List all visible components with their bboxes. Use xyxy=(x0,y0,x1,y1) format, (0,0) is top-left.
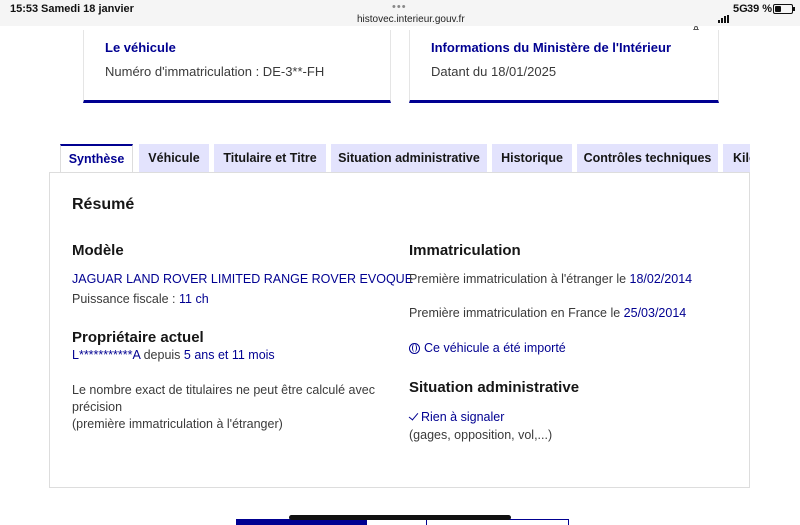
tab-titulaire-titre[interactable]: Titulaire et Titre xyxy=(214,144,326,173)
tab-situation-administrative[interactable]: Situation administrative xyxy=(331,144,487,173)
owner-heading: Propriétaire actuel xyxy=(72,329,204,346)
admin-status-label: Rien à signaler xyxy=(421,410,505,424)
fiscal-power-value: 11 ch xyxy=(179,292,209,306)
registration-heading: Immatriculation xyxy=(409,242,521,259)
status-time: 15:53 xyxy=(10,3,39,15)
ministry-card-title: Informations du Ministère de l'Intérieur xyxy=(431,40,672,55)
owner-since-label: depuis xyxy=(140,348,184,362)
url-text: histovec.interieur.gouv.fr xyxy=(357,14,465,25)
admin-details: (gages, opposition, vol,...) xyxy=(409,428,553,442)
globe-icon xyxy=(409,343,420,354)
fiscal-power-label: Puissance fiscale : xyxy=(72,292,179,306)
tab-controles-techniques[interactable]: Contrôles techniques xyxy=(577,144,718,173)
vehicle-card-title: Le véhicule xyxy=(105,40,176,55)
status-bar: 15:53 Samedi 18 janvier ••• histovec.int… xyxy=(0,0,800,34)
battery-percent: 39 % xyxy=(747,3,773,15)
tab-kilometrage[interactable]: Kilo xyxy=(723,144,750,173)
owner-note-line2: précision xyxy=(72,400,123,414)
tab-historique[interactable]: Historique xyxy=(492,144,572,173)
france-registration-label: Première immatriculation en France le xyxy=(409,306,624,320)
tab-synthese[interactable]: Synthèse xyxy=(60,144,133,174)
owner-note-line1: Le nombre exact de titulaires ne peut êt… xyxy=(72,383,375,397)
foreign-registration-date: 18/02/2014 xyxy=(629,272,693,286)
battery-icon xyxy=(773,4,795,14)
address-bar[interactable]: histovec.interieur.gouv.fr xyxy=(346,14,699,34)
owner-since-value: 5 ans et 11 mois xyxy=(183,348,275,362)
fiscal-power: Puissance fiscale : 11 ch xyxy=(72,292,209,306)
owner-note-line3: (première immatriculation à l'étranger) xyxy=(72,417,283,431)
first-registration-france: Première immatriculation en France le 25… xyxy=(409,306,686,320)
owner-name: L***********A xyxy=(72,348,141,362)
vehicle-card: Le véhicule Numéro d'immatriculation : D… xyxy=(83,30,391,103)
owner-info: L***********A depuis 5 ans et 11 mois xyxy=(72,348,275,362)
registration-number: Numéro d'immatriculation : DE-3**-FH xyxy=(105,64,325,79)
admin-heading: Situation administrative xyxy=(409,379,580,396)
home-indicator[interactable] xyxy=(289,515,511,520)
france-registration-date: 25/03/2014 xyxy=(623,306,687,320)
model-heading: Modèle xyxy=(72,242,124,259)
admin-status-link[interactable]: Rien à signaler xyxy=(408,410,505,424)
signal-icon xyxy=(718,5,730,23)
foreign-registration-label: Première immatriculation à l'étranger le xyxy=(409,272,630,286)
first-registration-foreign: Première immatriculation à l'étranger le… xyxy=(409,272,692,286)
model-name: JAGUAR LAND ROVER LIMITED RANGE ROVER EV… xyxy=(72,272,414,286)
summary-heading: Résumé xyxy=(72,196,135,213)
more-dots-icon[interactable]: ••• xyxy=(392,1,407,13)
ministry-date: Datant du 18/01/2025 xyxy=(431,64,557,79)
imported-link-label: Ce véhicule a été importé xyxy=(424,341,566,355)
tab-vehicule[interactable]: Véhicule xyxy=(139,144,209,173)
imported-link[interactable]: Ce véhicule a été importé xyxy=(409,341,566,355)
ministry-card: Informations du Ministère de l'Intérieur… xyxy=(409,30,719,103)
network-label: 5G xyxy=(733,3,748,15)
status-date: Samedi 18 janvier xyxy=(41,3,134,15)
check-icon xyxy=(408,410,419,421)
